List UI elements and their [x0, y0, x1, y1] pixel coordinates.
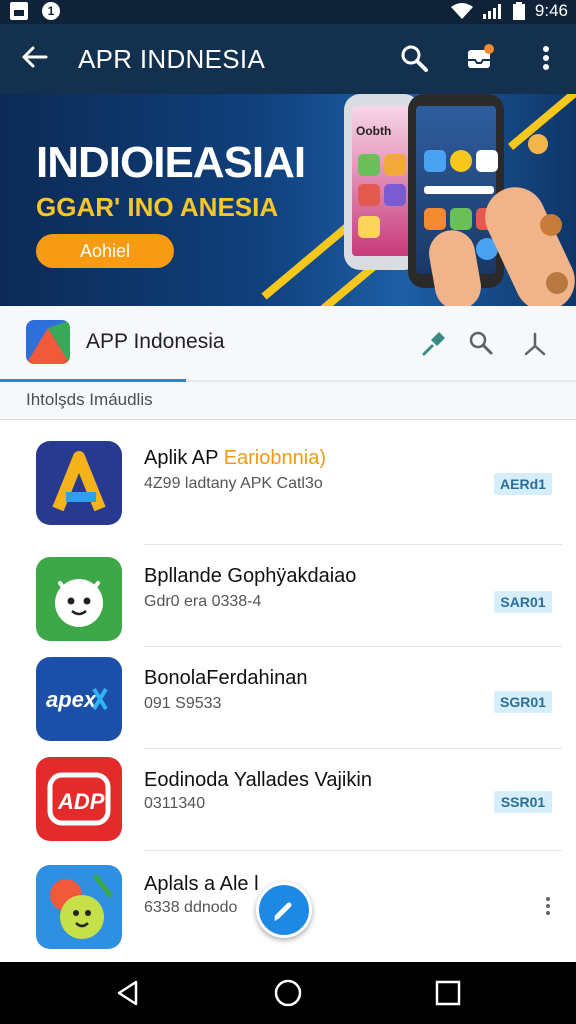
app-title: Aplik AP Eariobnnia): [144, 447, 326, 470]
wifi-icon: [450, 3, 473, 19]
app-title: Bpllande Gophÿakdaiao: [144, 565, 357, 587]
app-tile: [358, 216, 380, 238]
signal-icon: [482, 4, 501, 19]
status-bar: 1 9:46: [0, 0, 576, 24]
app-title: Eodinoda Yallades Vajikin: [144, 769, 372, 791]
app-tile: [384, 184, 406, 206]
app-header: APP Indonesia: [0, 306, 576, 382]
search-icon[interactable]: [466, 328, 496, 358]
app-subtitle: 091 S9533: [144, 695, 222, 712]
app-tile: [424, 208, 446, 230]
system-nav-bar: [0, 962, 576, 1024]
app-tile: [358, 184, 380, 206]
list-item[interactable]: ADP Eodinoda Yallades Vajikin 0311340 SS…: [0, 749, 576, 851]
cartoon-fruit-icon: [36, 865, 122, 949]
app-tile: [384, 154, 406, 176]
phone-screen: Oobth: [352, 106, 412, 256]
phone-search-bar: [424, 186, 494, 194]
app-logo-icon: [26, 320, 70, 364]
app-tile: [358, 154, 380, 176]
app-tile: [476, 150, 498, 172]
emoji-decoration: [540, 214, 562, 236]
edit-pencil-icon: [274, 902, 292, 921]
list-item[interactable]: apex BonolaFerdahinan 091 S9533 SGR01: [0, 647, 576, 749]
app-title-text: Aplik AP: [144, 447, 224, 469]
banner-subheadline: GGAR' INO ANESIA: [36, 192, 279, 222]
battery-icon: [512, 2, 525, 20]
svg-text:ADP: ADP: [57, 789, 105, 814]
app-header-name: APP Indonesia: [86, 330, 225, 353]
list-item[interactable]: Aplik AP Eariobnnia) 4Z99 ladtany APK Ca…: [0, 421, 576, 545]
app-title: BonolaFerdahinan: [144, 667, 308, 689]
apex-logo-icon: apex: [36, 657, 122, 741]
app-title: Aplals a Ale l: [144, 873, 259, 895]
banner-cta-button[interactable]: Aohiel: [36, 234, 174, 268]
status-time: 9:46: [534, 1, 568, 20]
fab-edit-button[interactable]: [256, 882, 312, 938]
app-subtitle: 6338 ddnodo: [144, 899, 238, 916]
emoji-decoration: [528, 134, 548, 154]
more-vert-icon[interactable]: [530, 42, 562, 74]
list-item[interactable]: Bpllande Gophÿakdaiao Gdr0 era 0338-4 SA…: [0, 545, 576, 647]
app-tile: [424, 150, 446, 172]
app-badge: SGR01: [494, 691, 552, 713]
back-arrow-icon[interactable]: [20, 42, 50, 72]
section-label: Ihtolşds Imáudlis: [26, 390, 153, 409]
gallery-notification-icon: [10, 2, 28, 20]
app-subtitle: 4Z99 ladtany APK Catl3o: [144, 475, 323, 492]
section-header: Ihtolşds Imáudlis: [0, 382, 576, 420]
nav-back-icon[interactable]: [114, 979, 142, 1007]
app-badge: AERd1: [494, 473, 552, 495]
app-badge: SAR01: [494, 591, 552, 613]
app-tile: [450, 208, 472, 230]
more-vert-icon[interactable]: [544, 896, 552, 916]
app-bar: APR INDNESIA: [0, 24, 576, 94]
android-face-icon: [36, 557, 122, 641]
app-bar-title: APR INDNESIA: [78, 44, 266, 74]
pin-icon[interactable]: [418, 328, 448, 358]
app-tile: [450, 150, 472, 172]
app-title-accent: Eariobnnia): [223, 447, 326, 469]
adp-logo-icon: ADP: [36, 757, 122, 841]
phone-screen-text: Oobth: [356, 124, 392, 138]
emoji-decoration: [546, 272, 568, 294]
app-subtitle: 0311340: [144, 795, 206, 812]
nav-recents-icon[interactable]: [434, 979, 462, 1007]
app-subtitle: Gdr0 era 0338-4: [144, 593, 262, 610]
notification-icon: 1: [42, 2, 60, 20]
promo-banner[interactable]: INDIOIEASIAI GGAR' INO ANESIA Aohiel Oob…: [0, 94, 576, 306]
search-icon[interactable]: [398, 42, 430, 74]
svg-text:apex: apex: [46, 687, 97, 712]
share-icon[interactable]: [520, 328, 550, 358]
nav-home-icon[interactable]: [274, 979, 302, 1007]
app-badge: SSR01: [494, 791, 552, 813]
a-letter-icon: [36, 441, 122, 525]
inbox-icon[interactable]: [464, 42, 496, 74]
banner-headline: INDIOIEASIAI: [36, 138, 306, 187]
